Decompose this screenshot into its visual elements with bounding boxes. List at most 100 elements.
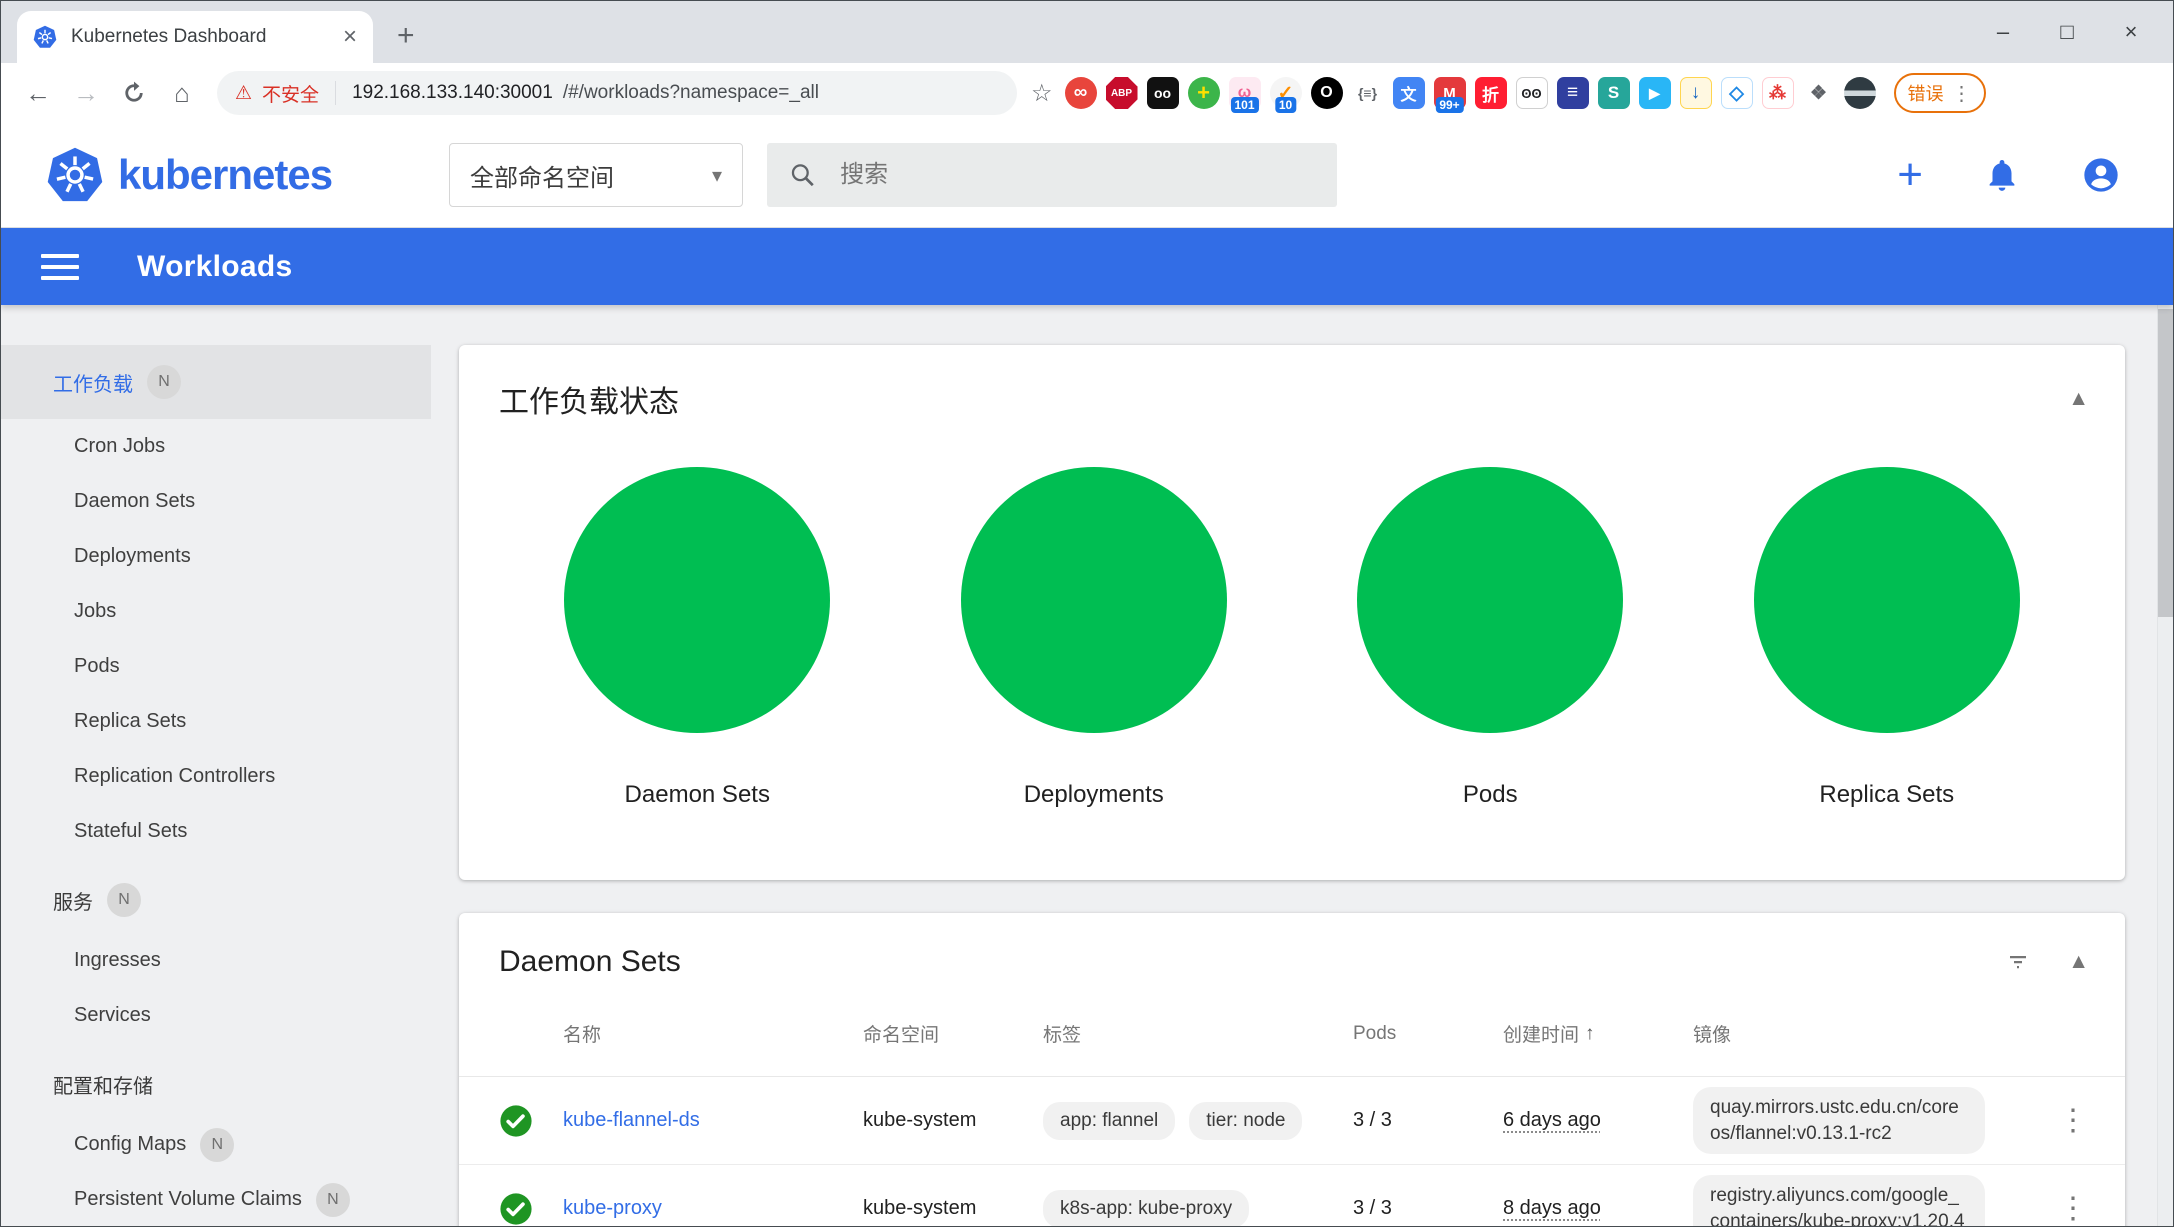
collapse-card-icon[interactable]: ▲ xyxy=(2068,387,2089,411)
sidebar-item-label: 工作负载 xyxy=(53,368,133,397)
sidebar-item-label: Pods xyxy=(74,655,120,678)
close-button[interactable]: × xyxy=(2099,19,2163,45)
red-badge-99-icon[interactable]: M 99+ xyxy=(1434,77,1466,109)
kubernetes-brand[interactable]: kubernetes xyxy=(46,146,332,204)
chrome-menu-error-button[interactable]: 错误 ⋮ xyxy=(1894,73,1986,113)
maximize-button[interactable]: □ xyxy=(2035,19,2099,45)
tab-close-icon[interactable]: × xyxy=(343,23,357,51)
hex-web-icon[interactable]: ◇ xyxy=(1721,77,1753,109)
sidebar-item[interactable]: Ingresses xyxy=(1,933,431,988)
sidebar-item[interactable]: Services xyxy=(1,988,431,1043)
scrollbar-thumb[interactable] xyxy=(2158,309,2173,617)
app-bar: Workloads xyxy=(1,228,2173,305)
cat-badge-icon[interactable]: ω 101 xyxy=(1229,77,1261,109)
search-input[interactable] xyxy=(838,160,1315,190)
s-letter-icon[interactable]: S xyxy=(1598,77,1630,109)
namespace-select[interactable]: 全部命名空间 ▾ xyxy=(449,143,743,207)
new-tab-button[interactable]: + xyxy=(397,19,415,53)
send-page-icon[interactable]: ▶ xyxy=(1639,77,1671,109)
created-column-header[interactable]: 创建时间 ↑ xyxy=(1503,1020,1693,1047)
pods-column-header[interactable]: Pods xyxy=(1353,1023,1503,1045)
url-host: 192.168.133.140:30001 xyxy=(352,82,553,104)
chevron-down-icon: ▾ xyxy=(712,163,722,188)
donut-chart[interactable] xyxy=(1357,467,1623,733)
person-glasses-icon[interactable]: ʘʘ xyxy=(1516,77,1548,109)
notes-list-icon[interactable]: ≡ xyxy=(1557,77,1589,109)
sitemap-red-icon[interactable]: ⁂ xyxy=(1762,77,1794,109)
created-cell: 8 days ago xyxy=(1503,1197,1601,1219)
infinity-icon[interactable]: ∞ xyxy=(1065,77,1097,109)
download-arrow-icon[interactable]: ↓ xyxy=(1680,77,1712,109)
check-badge-icon[interactable]: ✓ 10 xyxy=(1270,77,1302,109)
namespaced-indicator-badge: N xyxy=(107,883,141,917)
google-translate-icon[interactable]: 文 xyxy=(1393,77,1425,109)
sidebar-item-label: Ingresses xyxy=(74,949,161,972)
page-body: 工作负载 N Cron Jobs Daemon Sets Deployments… xyxy=(1,305,2173,1226)
namespaced-indicator-badge: N xyxy=(147,365,181,399)
extensions-puzzle-icon[interactable]: ❖ xyxy=(1803,77,1835,109)
row-actions-kebab-icon[interactable]: ⋮ xyxy=(2045,1103,2101,1138)
create-resource-icon[interactable]: + xyxy=(1897,153,1923,197)
sidebar-item[interactable]: Jobs xyxy=(1,584,431,639)
search-box[interactable] xyxy=(767,143,1337,207)
daemon-sets-title: Daemon Sets xyxy=(499,945,1968,979)
sidebar-item[interactable]: Cron Jobs xyxy=(1,419,431,474)
hamburger-menu-icon[interactable] xyxy=(41,254,79,280)
back-icon[interactable]: ← xyxy=(15,78,61,109)
header-actions: + xyxy=(1897,123,2121,227)
donut-label: Daemon Sets xyxy=(625,781,770,809)
user-account-icon[interactable] xyxy=(2081,155,2121,195)
main-content: 工作负载状态 ▲ Daemon Sets Deployments Pods xyxy=(431,305,2173,1226)
profile-avatar-icon[interactable] xyxy=(1844,77,1876,109)
collapse-card-icon[interactable]: ▲ xyxy=(2068,950,2089,974)
sidebar-item-label: Replica Sets xyxy=(74,710,186,733)
page-scrollbar[interactable] xyxy=(2157,305,2173,1226)
extension-badge: 10 xyxy=(1275,97,1296,113)
black-o-icon[interactable]: O xyxy=(1311,77,1343,109)
labels-cell: k8s-app: kube-proxy xyxy=(1043,1190,1353,1226)
sidebar-item[interactable]: Persistent Volume Claims N xyxy=(1,1172,431,1226)
sidebar-item[interactable]: 工作负载 N xyxy=(1,345,431,419)
json-braces-icon[interactable]: {≡} xyxy=(1352,77,1384,109)
table-header-row: 名称 命名空间 标签 Pods 创建时间 ↑ 镜像 xyxy=(459,991,2125,1077)
name-column-header[interactable]: 名称 xyxy=(563,1020,863,1047)
home-icon[interactable]: ⌂ xyxy=(159,78,205,109)
not-secure-warning-icon[interactable]: ⚠ xyxy=(235,82,252,105)
sidebar-item[interactable]: 服务 N xyxy=(1,867,431,933)
bookmark-star-icon[interactable]: ☆ xyxy=(1031,79,1053,108)
sidebar-item[interactable]: Pods xyxy=(1,639,431,694)
address-bar[interactable]: ⚠ 不安全 192.168.133.140:30001 /#/workloads… xyxy=(217,71,1017,115)
browser-window: Kubernetes Dashboard × + – □ × ← → ⌂ ⚠ 不… xyxy=(0,0,2174,1227)
status-ok-icon xyxy=(499,1104,563,1138)
browser-tab[interactable]: Kubernetes Dashboard × xyxy=(17,11,373,63)
kebab-menu-icon: ⋮ xyxy=(1952,81,1972,106)
daemonset-name-link[interactable]: kube-proxy xyxy=(563,1197,662,1219)
created-cell: 6 days ago xyxy=(1503,1109,1601,1131)
filter-list-icon[interactable] xyxy=(2006,950,2030,974)
reload-icon[interactable] xyxy=(111,80,157,106)
sidebar-item[interactable]: Daemon Sets xyxy=(1,474,431,529)
forward-icon[interactable]: → xyxy=(63,78,109,109)
health-plus-icon[interactable]: + xyxy=(1188,77,1220,109)
eyes-icon[interactable]: oo xyxy=(1147,77,1179,109)
sidebar-item-label: Replication Controllers xyxy=(74,765,275,788)
notifications-bell-icon[interactable] xyxy=(1983,156,2021,194)
donut-chart[interactable] xyxy=(961,467,1227,733)
adblock-plus-icon[interactable]: ABP xyxy=(1106,77,1138,109)
sidebar-item[interactable]: Replication Controllers xyxy=(1,749,431,804)
sidebar-item[interactable]: 配置和存储 xyxy=(1,1051,431,1117)
kubernetes-favicon xyxy=(33,25,57,49)
donut-chart[interactable] xyxy=(1754,467,2020,733)
sidebar-item[interactable]: Deployments xyxy=(1,529,431,584)
donut-chart[interactable] xyxy=(564,467,830,733)
daemonset-name-link[interactable]: kube-flannel-ds xyxy=(563,1109,700,1131)
discount-zhe-icon[interactable]: 折 xyxy=(1475,77,1507,109)
workload-status-card: 工作负载状态 ▲ Daemon Sets Deployments Pods xyxy=(459,345,2125,880)
table-body: kube-flannel-ds kube-system app: flannel… xyxy=(459,1077,2125,1226)
minimize-button[interactable]: – xyxy=(1971,19,2035,45)
sidebar-item[interactable]: Stateful Sets xyxy=(1,804,431,859)
sidebar-item[interactable]: Replica Sets xyxy=(1,694,431,749)
row-actions-kebab-icon[interactable]: ⋮ xyxy=(2045,1191,2101,1226)
sidebar-item[interactable]: Config Maps N xyxy=(1,1117,431,1172)
namespace-column-header[interactable]: 命名空间 xyxy=(863,1020,1043,1047)
